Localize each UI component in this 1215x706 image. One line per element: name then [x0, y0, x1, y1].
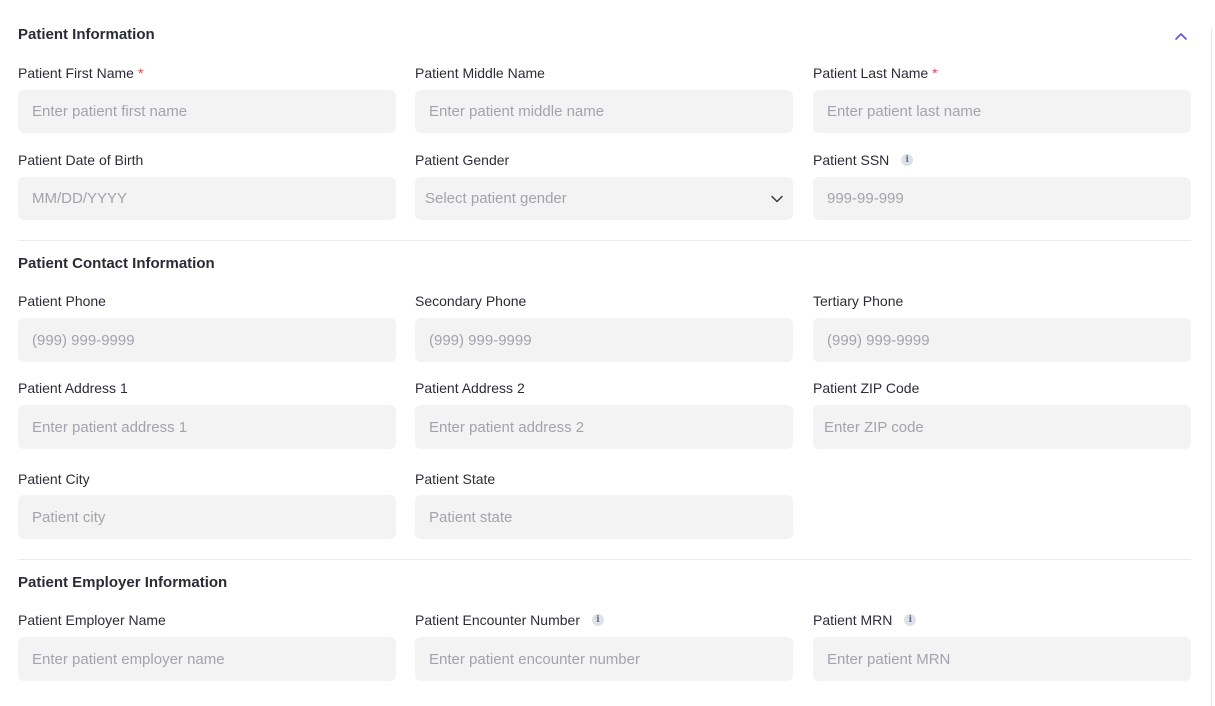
mrn-label: Patient MRN: [813, 612, 893, 628]
chevron-down-icon: [771, 190, 783, 208]
scrollbar-track: [1211, 28, 1212, 706]
section-divider: [18, 559, 1191, 560]
employer-name-input[interactable]: [18, 637, 396, 681]
secondary-phone-label: Secondary Phone: [415, 293, 527, 309]
info-icon[interactable]: i: [591, 614, 604, 626]
field-middle-name: Patient Middle Name: [415, 64, 793, 133]
field-address2: Patient Address 2: [415, 379, 793, 449]
last-name-label: Patient Last Name: [813, 65, 929, 81]
city-label: Patient City: [18, 471, 90, 487]
field-gender: Patient Gender Select patient gender: [415, 151, 793, 220]
info-icon[interactable]: i: [904, 614, 917, 626]
address2-label: Patient Address 2: [415, 380, 525, 396]
encounter-number-input[interactable]: [415, 637, 793, 681]
state-label: Patient State: [415, 471, 496, 487]
address1-input[interactable]: [18, 405, 396, 449]
tertiary-phone-label: Tertiary Phone: [813, 293, 904, 309]
patient-contact-header: Patient Contact Information: [18, 255, 1191, 275]
field-last-name: Patient Last Name *: [813, 64, 1191, 133]
ssn-input[interactable]: [813, 177, 1191, 220]
state-input[interactable]: [415, 495, 793, 539]
gender-select-value: Select patient gender: [425, 190, 567, 207]
tertiary-phone-input[interactable]: [813, 318, 1191, 362]
field-secondary-phone: Secondary Phone: [415, 292, 793, 362]
section-title-patient-information: Patient Information: [18, 26, 155, 43]
patient-information-header: Patient Information: [18, 26, 1191, 46]
field-zip: Patient ZIP Code: [813, 379, 1191, 449]
field-phone: Patient Phone: [18, 292, 396, 362]
info-icon[interactable]: i: [901, 154, 914, 166]
middle-name-label: Patient Middle Name: [415, 65, 545, 81]
field-city: Patient City: [18, 470, 396, 539]
patient-employer-header: Patient Employer Information: [18, 574, 1191, 594]
secondary-phone-input[interactable]: [415, 318, 793, 362]
address1-label: Patient Address 1: [18, 380, 128, 396]
field-employer-name: Patient Employer Name: [18, 611, 396, 681]
field-tertiary-phone: Tertiary Phone: [813, 292, 1191, 362]
field-address1: Patient Address 1: [18, 379, 396, 449]
field-first-name: Patient First Name *: [18, 64, 396, 133]
field-state: Patient State: [415, 470, 793, 539]
zip-label: Patient ZIP Code: [813, 380, 920, 396]
phone-input[interactable]: [18, 318, 396, 362]
field-ssn: Patient SSN i: [813, 151, 1191, 220]
dob-label: Patient Date of Birth: [18, 152, 144, 168]
address2-input[interactable]: [415, 405, 793, 449]
middle-name-input[interactable]: [415, 90, 793, 133]
gender-select[interactable]: Select patient gender: [415, 177, 793, 220]
city-input[interactable]: [18, 495, 396, 539]
last-name-input[interactable]: [813, 90, 1191, 133]
first-name-label: Patient First Name: [18, 65, 134, 81]
gender-label: Patient Gender: [415, 152, 510, 168]
ssn-label: Patient SSN: [813, 152, 890, 168]
required-marker: *: [932, 65, 938, 81]
phone-label: Patient Phone: [18, 293, 106, 309]
mrn-input[interactable]: [813, 637, 1191, 681]
zip-input[interactable]: [813, 405, 1191, 449]
section-title-patient-employer: Patient Employer Information: [18, 574, 228, 591]
chevron-up-icon[interactable]: [1171, 26, 1191, 46]
dob-input[interactable]: [18, 177, 396, 220]
field-mrn: Patient MRN i: [813, 611, 1191, 681]
field-encounter-number: Patient Encounter Number i: [415, 611, 793, 681]
section-divider: [18, 240, 1191, 241]
first-name-input[interactable]: [18, 90, 396, 133]
employer-name-label: Patient Employer Name: [18, 612, 166, 628]
section-title-patient-contact: Patient Contact Information: [18, 255, 215, 272]
required-marker: *: [137, 65, 144, 81]
encounter-number-label: Patient Encounter Number: [415, 612, 580, 628]
field-dob: Patient Date of Birth: [18, 151, 396, 220]
